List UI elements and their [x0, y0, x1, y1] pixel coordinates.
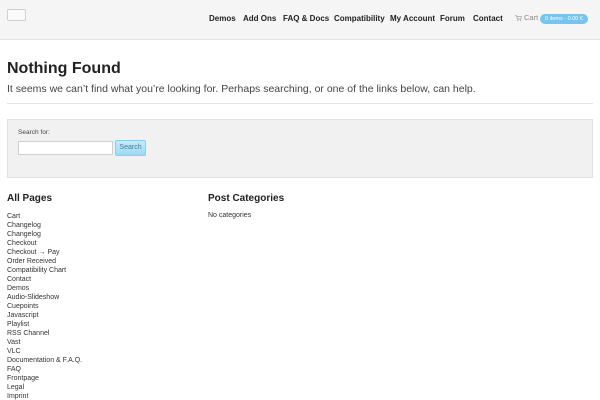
page-link[interactable]: Imprint — [7, 392, 82, 400]
page-link[interactable]: FAQ — [7, 365, 82, 374]
not-found-message: It seems we can’t find what you’re looki… — [7, 83, 476, 95]
cart-total-badge[interactable]: 0 items - 0.00 € — [540, 14, 588, 24]
search-input[interactable] — [18, 141, 113, 155]
page-title: Nothing Found — [7, 60, 121, 77]
search-form: Search for: Search — [7, 119, 593, 178]
site-logo[interactable] — [7, 9, 26, 21]
search-label: Search for: — [18, 129, 50, 136]
nav-compatibility[interactable]: Compatibility — [334, 14, 385, 23]
cart-icon — [515, 14, 522, 21]
page-link[interactable]: VLC — [7, 347, 82, 356]
nav-demos[interactable]: Demos — [209, 14, 236, 23]
page-link[interactable]: Changelog — [7, 221, 82, 230]
page-link[interactable]: Cuepoints — [7, 302, 82, 311]
all-pages-list: Cart Changelog Changelog Checkout Checkout →… — [7, 212, 82, 400]
nav-faq-docs[interactable]: FAQ & Docs — [283, 14, 329, 23]
page-link[interactable]: Contact — [7, 275, 82, 284]
site-header: Demos Add Ons FAQ & Docs Compatibility M… — [0, 0, 600, 40]
page-link[interactable]: Changelog — [7, 230, 82, 239]
nav-my-account[interactable]: My Account — [390, 14, 435, 23]
page-link[interactable]: Legal — [7, 383, 82, 392]
page-link[interactable]: Compatibility Chart — [7, 266, 82, 275]
nav-add-ons[interactable]: Add Ons — [243, 14, 276, 23]
nav-contact[interactable]: Contact — [473, 14, 503, 23]
no-categories-text: No categories — [208, 212, 252, 219]
all-pages-heading: All Pages — [7, 193, 53, 204]
post-categories-heading: Post Categories — [208, 193, 285, 204]
page-link[interactable]: Javascript — [7, 311, 82, 320]
page-link[interactable]: Checkout — [7, 239, 82, 248]
nav-forum[interactable]: Forum — [440, 14, 465, 23]
search-button[interactable]: Search — [115, 140, 146, 156]
divider — [7, 103, 593, 104]
page-link[interactable]: Order Received — [7, 257, 82, 266]
page-link[interactable]: Checkout → Pay — [7, 248, 82, 257]
page-link[interactable]: Playlist — [7, 320, 82, 329]
page-link[interactable]: Documentation & F.A.Q. — [7, 356, 82, 365]
page-link[interactable]: Vast — [7, 338, 82, 347]
page-link[interactable]: Frontpage — [7, 374, 82, 383]
cart-link[interactable]: Cart — [515, 13, 538, 22]
page-link[interactable]: Audio-Slideshow — [7, 293, 82, 302]
page-link[interactable]: Demos — [7, 284, 82, 293]
page-link[interactable]: RSS Channel — [7, 329, 82, 338]
page-link[interactable]: Cart — [7, 212, 82, 221]
cart-label: Cart — [524, 13, 539, 22]
